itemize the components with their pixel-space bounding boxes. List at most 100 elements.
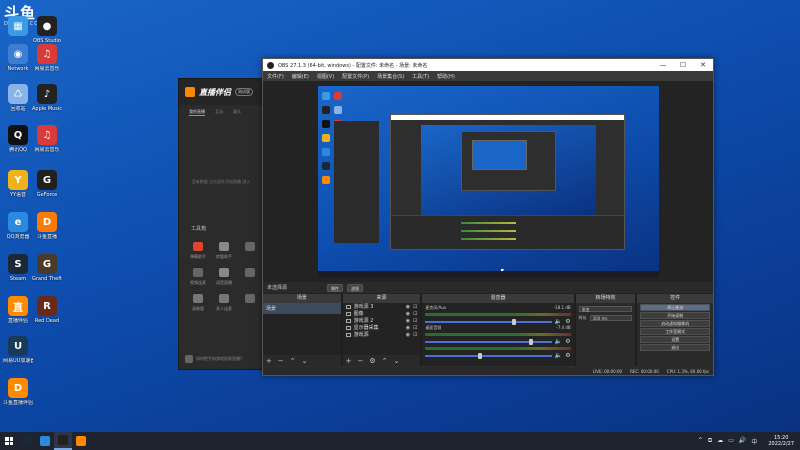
mixer-dock[interactable]: 混音器 麦克风/Aux -18.1 dB 🔈 ⚙ 桌面音频 -7.4 dB 🔈 ⚙ 🔈 ⚙ bbox=[422, 294, 574, 366]
speaker-icon[interactable]: 🔈 bbox=[555, 318, 562, 325]
volume-slider[interactable] bbox=[425, 338, 552, 345]
desktop-icon[interactable]: 直直播伴侣 bbox=[3, 296, 33, 324]
desktop-icon[interactable]: ♺ 回收站 bbox=[3, 84, 33, 112]
tray-icon[interactable]: 中 bbox=[751, 437, 757, 446]
gear-icon[interactable]: ⚙ bbox=[565, 318, 570, 325]
lock-icon[interactable]: ⊡ bbox=[413, 318, 417, 324]
zb-empty-text[interactable]: 没有数据 点击该处添加直播 进入 bbox=[179, 179, 263, 185]
source-item[interactable]: 游戏源 3 ◉ ⊡ bbox=[343, 303, 421, 310]
obs-menu-item[interactable]: 视图(V) bbox=[317, 73, 334, 80]
obs-menu-item[interactable]: 编辑(E) bbox=[292, 73, 309, 80]
obs-menu-item[interactable]: 工具(T) bbox=[412, 73, 429, 80]
clock[interactable]: 15:20 2022/2/27 bbox=[768, 435, 794, 447]
zb-tool-item[interactable] bbox=[239, 268, 261, 286]
zb-tool-item[interactable]: 弹幕助手 bbox=[187, 242, 209, 260]
preview-canvas[interactable] bbox=[318, 86, 659, 278]
volume-slider[interactable] bbox=[425, 352, 552, 359]
move-up-icon[interactable]: ⌃ bbox=[382, 357, 388, 365]
desktop-icon[interactable]: ● OBS Studio bbox=[32, 16, 62, 44]
eye-icon[interactable]: ◉ bbox=[406, 304, 410, 310]
zb-tool-item[interactable]: 语音直播 bbox=[213, 268, 235, 286]
zb-tool-item[interactable]: 房管助手 bbox=[213, 242, 235, 260]
gear-icon[interactable]: ⚙ bbox=[565, 352, 570, 359]
zb-tool-item[interactable] bbox=[239, 242, 261, 260]
move-up-icon[interactable]: ⌃ bbox=[290, 357, 296, 365]
obs-window[interactable]: OBS 27.1.3 (64-bit, windows) - 配置文件: 未命名… bbox=[262, 58, 714, 376]
zb-tab-audience[interactable]: 观众 bbox=[233, 109, 241, 115]
desktop-icon[interactable]: Q 腾讯QQ bbox=[3, 125, 33, 153]
taskbar-app-steam[interactable] bbox=[18, 432, 36, 450]
desktop-icon[interactable]: G GeForce bbox=[32, 170, 62, 198]
gear-icon[interactable]: ⚙ bbox=[565, 338, 570, 345]
desktop-icon[interactable]: ▦ bbox=[3, 16, 33, 38]
lock-icon[interactable]: ⊡ bbox=[413, 304, 417, 310]
transition-type[interactable]: 渐变 bbox=[578, 306, 633, 312]
control-button[interactable]: 停止推流 bbox=[640, 304, 711, 311]
scenes-dock[interactable]: 场景 场景 + − ⌃ ⌄ bbox=[263, 294, 341, 366]
tray-icon[interactable]: 🔊 bbox=[739, 437, 746, 446]
obs-titlebar[interactable]: OBS 27.1.3 (64-bit, windows) - 配置文件: 未命名… bbox=[263, 59, 713, 71]
source-list[interactable]: 游戏源 3 ◉ ⊡ 图像 ◉ ⊡ 游戏源 2 ◉ ⊡ 显示器采集 ◉ ⊡ 游戏源 ◉ ⊡ bbox=[342, 303, 421, 355]
zb-tool-item[interactable]: 多人连麦 bbox=[213, 294, 235, 312]
tray-icon[interactable]: ☁ bbox=[717, 437, 723, 446]
desktop-icon[interactable]: ♪ Apple Music bbox=[32, 84, 62, 112]
desktop-icon[interactable]: S Steam bbox=[3, 254, 33, 282]
zb-footer[interactable]: 如何把手机游戏投屏直播? bbox=[185, 355, 261, 363]
close-button[interactable]: ✕ bbox=[693, 61, 713, 69]
tray-icon[interactable]: ^ bbox=[698, 437, 703, 446]
eye-icon[interactable]: ◉ bbox=[406, 318, 410, 324]
desktop-icon[interactable]: U 网易UU加速器 bbox=[3, 336, 33, 364]
zb-tool-item[interactable]: 视频连麦 bbox=[187, 268, 209, 286]
zb-tool-item[interactable]: 录像管 bbox=[187, 294, 209, 312]
move-down-icon[interactable]: ⌄ bbox=[394, 357, 400, 365]
source-item[interactable]: 显示器采集 ◉ ⊡ bbox=[343, 324, 421, 331]
obs-menu-item[interactable]: 场景集合(S) bbox=[377, 73, 404, 80]
transitions-dock[interactable]: 转场特效 渐变 时长 300 ms bbox=[575, 294, 636, 366]
control-button[interactable]: 工作室模式 bbox=[640, 328, 711, 335]
lock-icon[interactable]: ⊡ bbox=[413, 325, 417, 331]
obs-menu-item[interactable]: 文件(F) bbox=[267, 73, 284, 80]
minimize-button[interactable]: — bbox=[653, 61, 673, 69]
scene-item[interactable]: 场景 bbox=[263, 303, 341, 314]
transition-select[interactable]: 渐变 bbox=[578, 306, 633, 312]
control-button[interactable]: 设置 bbox=[640, 336, 711, 343]
zb-tab-interact[interactable]: 互动 bbox=[215, 109, 223, 115]
source-item[interactable]: 游戏源 ◉ ⊡ bbox=[343, 331, 421, 338]
eye-icon[interactable]: ◉ bbox=[406, 325, 410, 331]
add-scene-icon[interactable]: + bbox=[266, 357, 272, 365]
lock-icon[interactable]: ⊡ bbox=[413, 332, 417, 338]
speaker-icon[interactable]: 🔈 bbox=[555, 338, 562, 345]
lock-icon[interactable]: ⊡ bbox=[413, 311, 417, 317]
desktop-icon[interactable]: Y YY语音 bbox=[3, 170, 33, 198]
desktop-icon[interactable]: G Grand Theft Auto bbox=[32, 254, 62, 282]
tray-icon[interactable]: ▭ bbox=[728, 437, 734, 446]
control-button[interactable]: 开始录制 bbox=[640, 312, 711, 319]
source-item[interactable]: 图像 ◉ ⊡ bbox=[343, 310, 421, 317]
start-button[interactable] bbox=[0, 432, 18, 450]
eye-icon[interactable]: ◉ bbox=[406, 311, 410, 317]
desktop-icon[interactable]: ♫ 网易云音乐 bbox=[32, 44, 62, 72]
remove-source-icon[interactable]: − bbox=[358, 357, 364, 365]
volume-slider[interactable] bbox=[425, 318, 552, 325]
speaker-icon[interactable]: 🔈 bbox=[555, 352, 562, 359]
remove-scene-icon[interactable]: − bbox=[278, 357, 284, 365]
duration-input[interactable]: 300 ms bbox=[589, 315, 633, 321]
desktop-icon[interactable]: ◉ Network bbox=[3, 44, 33, 72]
move-down-icon[interactable]: ⌄ bbox=[302, 357, 308, 365]
filters-button[interactable]: 滤镜 bbox=[347, 283, 364, 292]
scene-list[interactable]: 场景 bbox=[263, 303, 341, 355]
desktop-icon[interactable]: e QQ浏览器 bbox=[3, 212, 33, 240]
obs-menu-item[interactable]: 配置文件(P) bbox=[342, 73, 369, 80]
tray-icon[interactable]: ⧉ bbox=[708, 437, 712, 446]
desktop-icon[interactable]: R Red Dead bbox=[32, 296, 62, 324]
taskbar-app-zbhelper[interactable] bbox=[72, 432, 90, 450]
properties-button[interactable]: 属性 bbox=[327, 283, 344, 292]
control-button[interactable]: 退出 bbox=[640, 344, 711, 351]
gear-icon[interactable]: ⚙ bbox=[369, 357, 375, 365]
control-button[interactable]: 启动虚拟摄像机 bbox=[640, 320, 711, 327]
volume-slider-knob[interactable] bbox=[512, 318, 517, 325]
volume-slider-knob[interactable] bbox=[478, 352, 483, 359]
zb-footer-text[interactable]: 如何把手机游戏投屏直播? bbox=[196, 356, 242, 362]
obs-menu-item[interactable]: 帮助(H) bbox=[437, 73, 455, 80]
maximize-button[interactable]: ☐ bbox=[673, 61, 693, 69]
